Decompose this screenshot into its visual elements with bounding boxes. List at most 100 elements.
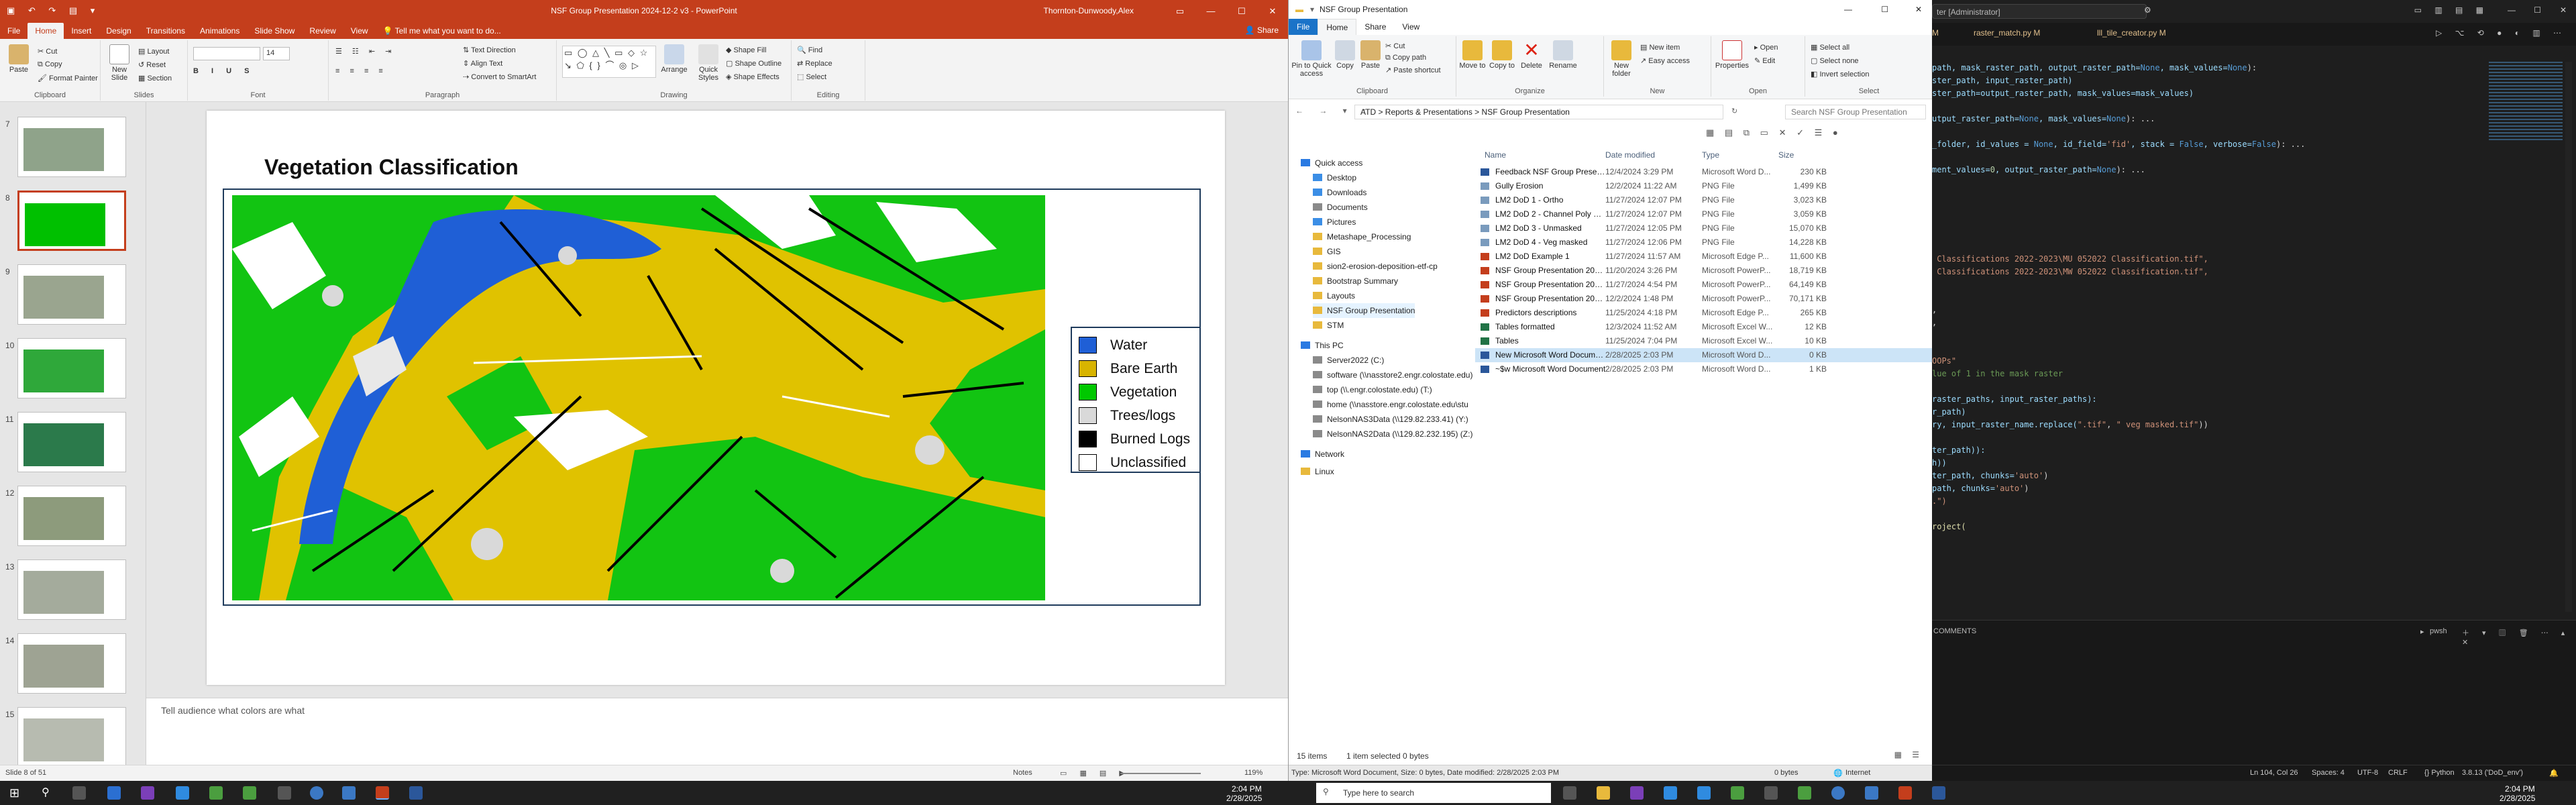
maximize-icon[interactable]: ☐ [1881,5,1888,14]
python-interpreter[interactable]: 3.8.13 ('DoD_env') [2462,769,2523,777]
nav-item[interactable]: Bootstrap Summary [1313,274,1398,288]
task-view-icon[interactable] [72,786,86,800]
minimize-icon[interactable]: — [1844,5,1852,14]
edge-taskbar-icon[interactable] [1664,786,1677,800]
paste-shortcut-button[interactable]: ↗ Paste shortcut [1385,66,1441,74]
app3-taskbar-icon[interactable] [278,786,291,800]
explorer-taskbar-icon-2[interactable] [1597,786,1610,800]
code-line[interactable]: path, chunks='auto') [1932,482,2029,494]
share-button[interactable]: 👤 Share [1245,25,1279,35]
vscode-taskbar-icon-2[interactable] [1697,786,1711,800]
code-line[interactable]: Classifications 2022-2023\MU 052022 Clas… [1932,253,2208,265]
file-row[interactable]: LM2 DoD Example 1 11/27/2024 11:57 AM Micr… [1475,250,1933,264]
nav-item[interactable]: Layouts [1313,288,1355,303]
code-line[interactable]: OOPs" [1932,355,1956,367]
paste-button[interactable]: Paste [5,44,32,74]
shape-outline-button[interactable]: ▢ Shape Outline [726,59,782,68]
search-input[interactable]: Search NSF Group Presentation [1785,105,1926,119]
file-row[interactable]: LM2 DoD 4 - Veg masked 11/27/2024 12:06 P… [1475,235,1933,250]
properties-button[interactable]: Properties [1714,40,1750,70]
nav-item[interactable]: Downloads [1313,185,1366,200]
word-taskbar-icon-2[interactable] [1932,786,1945,800]
col-type[interactable]: Type [1702,150,1719,160]
easy-access-button[interactable]: ↗ Easy access [1640,56,1690,65]
font-format-buttons[interactable]: B I U S [193,67,254,75]
col-size[interactable]: Size [1778,150,1794,160]
format-painter-button[interactable]: 🖌 Format Painter [38,74,98,83]
explorer-toolbar-icons[interactable]: ▦ ▤ ⧉ ▭ ✕ ✓ ☰ ● [1706,127,1842,138]
tab-share[interactable]: Share [1356,19,1394,35]
tray-time-right[interactable]: 2:04 PM [2505,784,2535,794]
edit-button[interactable]: ✎ Edit [1754,56,1775,65]
tab-home[interactable]: Home [28,23,64,39]
view-toggle-icons[interactable]: ▦ ☰ [1894,750,1923,759]
code-line[interactable]: lue of 1 in the mask raster [1932,368,2063,380]
code-line[interactable]: Classifications 2022-2023\MW 052022 Clas… [1932,266,2208,278]
code-line[interactable]: utput_raster_path=None, mask_values=None… [1932,113,2155,125]
app2-taskbar-icon[interactable] [243,786,256,800]
nav-item[interactable]: Linux [1301,464,1334,479]
convert-smartart-button[interactable]: ⇢ Convert to SmartArt [463,72,536,81]
code-line[interactable]: ment_values=0, output_raster_path=None):… [1932,164,2145,176]
open-button[interactable]: ▸ Open [1754,43,1778,52]
invert-selection-button[interactable]: ◧ Invert selection [1811,70,1869,78]
nav-item[interactable]: top (\\.engr.colostate.edu) (T:) [1313,382,1432,397]
terminal-taskbar-icon[interactable] [1764,786,1778,800]
encoding[interactable]: UTF-8 [2357,769,2378,777]
map-legend[interactable]: Water Bare Earth Vegetation Trees/logs Burne… [1071,327,1201,473]
file-row[interactable]: LM2 DoD 3 - Unmasked 11/27/2024 12:05 PM P… [1475,221,1933,235]
ribbon-display-icon[interactable]: ▭ [1165,0,1195,23]
code-line[interactable]: roject( [1932,521,1966,533]
slide-thumbnail[interactable] [17,338,126,398]
slide-thumbnail[interactable] [17,412,126,472]
code-line[interactable]: , [1932,317,1937,329]
code-line[interactable]: , [1932,304,1937,316]
minimap[interactable] [2489,62,2563,142]
refresh-icon[interactable]: ↻ [1731,107,1737,115]
shape-fill-button[interactable]: ◆ Shape Fill [726,46,766,54]
exp-copy-button[interactable]: Copy [1333,40,1357,70]
nav-item[interactable]: Network [1301,447,1344,462]
shapes-gallery[interactable]: ▭ ◯ △ ╲ ▭ ◇ ☆ ↘ ⬠ { } ⌒ ◎ ▷ [562,46,656,78]
file-row[interactable]: Tables formatted 12/3/2024 11:52 AM Micros… [1475,320,1933,334]
font-size-input[interactable]: 14 [263,47,290,60]
file-row[interactable]: Tables 11/25/2024 7:04 PM Microsoft Excel … [1475,334,1933,348]
tab-transitions[interactable]: Transitions [139,23,193,39]
shape-effects-button[interactable]: ◈ Shape Effects [726,72,780,81]
maximize-icon[interactable]: ☐ [2534,5,2541,15]
editor-scrollbar[interactable] [2565,62,2572,612]
app-icon-2[interactable] [1630,786,1644,800]
slide-thumbnail[interactable] [17,559,126,620]
vegetation-classification-map[interactable] [232,195,1045,600]
qa-toolbar-icons[interactable]: ▾ [1310,5,1314,14]
maximize-icon[interactable]: ☐ [1226,0,1257,23]
tab-file[interactable]: File [0,23,28,39]
slide-thumbnail[interactable] [17,486,126,546]
close-icon[interactable]: ✕ [2560,5,2567,15]
find-button[interactable]: 🔍 Find [797,46,822,54]
cut-button[interactable]: ✂ Cut [38,47,57,56]
file-row[interactable]: New Microsoft Word Document 2/28/2025 2:0… [1475,348,1933,362]
tell-me-box[interactable]: 💡 Tell me what you want to do... [376,23,508,39]
word-taskbar-icon[interactable] [409,786,423,800]
tab-view[interactable]: View [343,23,376,39]
nav-item[interactable]: STM [1313,318,1344,333]
list-buttons[interactable]: ☰ ☷ ⇤ ⇥ [335,47,395,56]
reset-button[interactable]: ↺ Reset [138,60,166,69]
qgis-taskbar-icon-2[interactable] [1731,786,1744,800]
indent-setting[interactable]: Spaces: 4 [2312,769,2345,777]
file-row[interactable]: Feedback NSF Group Presentation12/4/2024… [1475,165,1933,179]
file-row[interactable]: LM2 DoD 2 - Channel Poly Segmented11/27/… [1475,207,1933,221]
tab-review[interactable]: Review [302,23,343,39]
tab-home[interactable]: Home [1318,18,1357,36]
tray-time-left[interactable]: 2:04 PM [1232,784,1262,794]
notes-toggle[interactable]: Notes [1013,769,1032,777]
file-row[interactable]: ~$w Microsoft Word Document 2/28/2025 2:0… [1475,362,1933,376]
tray-date-right[interactable]: 2/28/2025 [2500,794,2535,803]
panel-tab-comments[interactable]: COMMENTS [1933,627,1976,635]
editor-action-icons[interactable]: ▷ ⌥ ⟲ ● ◐ ▥ ⋯ [2436,28,2567,38]
move-to-button[interactable]: Move to [1459,40,1486,70]
slide-thumbnail[interactable] [17,633,126,694]
app-icon[interactable] [141,786,154,800]
nav-item[interactable]: NSF Group Presentation [1313,303,1415,318]
